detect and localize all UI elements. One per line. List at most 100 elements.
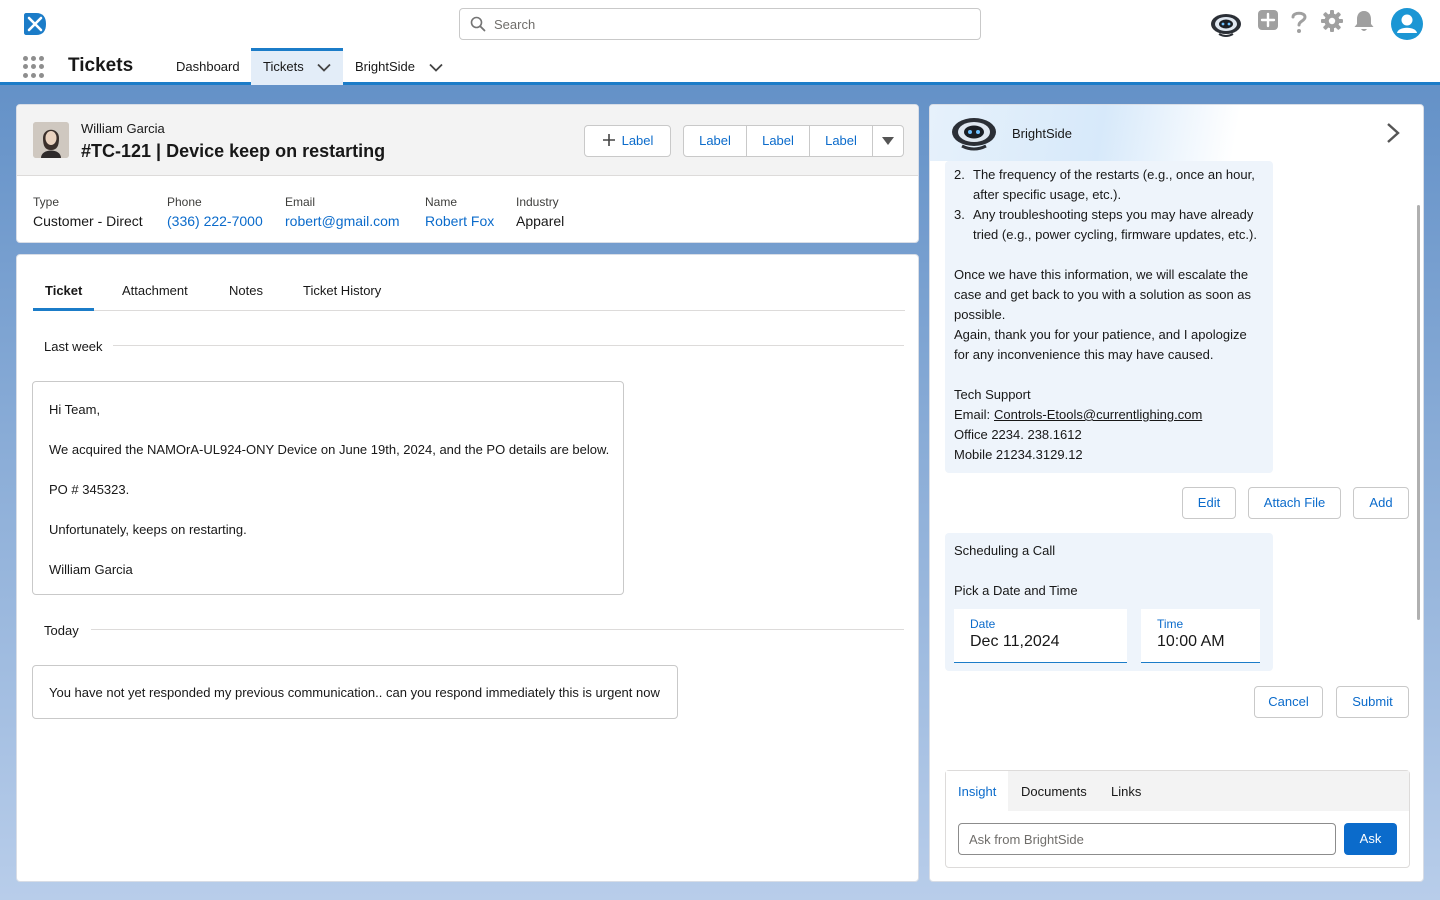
app-logo-icon[interactable] xyxy=(22,11,48,37)
assistant-header: BrightSide xyxy=(930,105,1423,161)
message-card: Hi Team, We acquired the NAMOrA-UL924-ON… xyxy=(32,381,624,595)
caret-down-icon xyxy=(882,137,894,145)
tab-ticket-history[interactable]: Ticket History xyxy=(303,277,381,311)
add-icon xyxy=(602,134,615,146)
schedule-subtitle: Pick a Date and Time xyxy=(954,583,1078,598)
tab-notes[interactable]: Notes xyxy=(229,277,263,311)
nav-tab-label: BrightSide xyxy=(355,59,415,74)
message-line: You have not yet responded my previous c… xyxy=(49,685,660,700)
message-line: Unfortunately, keeps on restarting. xyxy=(49,522,247,537)
record-header-top: William Garcia #TC-121 | Device keep on … xyxy=(17,105,918,176)
name-link[interactable]: Robert Fox xyxy=(425,213,494,229)
tab-attachment[interactable]: Attachment xyxy=(122,277,188,311)
app-launcher-icon[interactable] xyxy=(23,56,45,78)
label-button-3[interactable]: Label xyxy=(810,126,873,156)
field-email: Email robert@gmail.com xyxy=(285,195,400,229)
list-item-number: 3. xyxy=(954,207,965,222)
settings-icon[interactable] xyxy=(1321,10,1343,32)
add-label-button[interactable]: Label xyxy=(584,125,671,157)
app-navigation: Tickets Dashboard Tickets BrightSide xyxy=(0,48,1440,85)
field-label: Phone xyxy=(167,195,202,209)
assistant-name: BrightSide xyxy=(1012,126,1072,141)
field-label: Industry xyxy=(516,195,559,209)
bot-icon xyxy=(952,118,996,151)
field-label: Name xyxy=(425,195,458,209)
more-actions-button[interactable] xyxy=(873,126,903,156)
list-item-line: The frequency of the restarts (e.g., onc… xyxy=(973,167,1255,182)
nav-tab-brightside[interactable]: BrightSide xyxy=(355,48,443,85)
label-button-1[interactable]: Label xyxy=(684,126,747,156)
ticket-detail-card: Ticket Attachment Notes Ticket History L… xyxy=(16,254,919,882)
tab-ticket[interactable]: Ticket xyxy=(33,277,95,311)
list-item-number: 2. xyxy=(954,167,965,182)
submit-button[interactable]: Submit xyxy=(1336,686,1409,718)
phone-link[interactable]: (336) 222-7000 xyxy=(167,213,263,229)
global-search[interactable] xyxy=(459,8,981,40)
reply-office: Office 2234. 238.1612 xyxy=(954,427,1082,442)
reply-signature: Tech Support xyxy=(954,387,1031,402)
field-type: Type Customer - Direct xyxy=(33,195,143,229)
timeline-label-today: Today xyxy=(44,623,79,638)
list-item-line: Any troubleshooting steps you may have a… xyxy=(973,207,1254,222)
field-industry: Industry Apparel xyxy=(516,195,564,229)
help-icon[interactable] xyxy=(1291,10,1307,34)
notifications-icon[interactable] xyxy=(1353,10,1375,32)
tab-insight[interactable]: Insight xyxy=(946,771,1009,811)
detail-tabs: Ticket Attachment Notes Ticket History xyxy=(33,277,905,311)
field-value: Apparel xyxy=(516,213,565,229)
insight-box: Insight Documents Links Ask xyxy=(945,770,1410,868)
label-button-2[interactable]: Label xyxy=(747,126,810,156)
add-icon[interactable] xyxy=(1258,10,1278,30)
chevron-down-icon[interactable] xyxy=(317,63,331,72)
date-picker[interactable]: Date Dec 11,2024 xyxy=(954,609,1127,663)
search-icon xyxy=(470,16,486,32)
reply-line: possible. xyxy=(954,307,1006,322)
chat-scrollbar[interactable] xyxy=(1417,205,1420,620)
ask-input[interactable] xyxy=(958,823,1336,855)
field-label: Type xyxy=(33,195,60,209)
field-phone: Phone (336) 222-7000 xyxy=(167,195,263,229)
schedule-title: Scheduling a Call xyxy=(954,543,1056,558)
nav-tab-tickets[interactable]: Tickets xyxy=(251,48,343,85)
support-email-link[interactable]: Controls-Etools@currentlighing.com xyxy=(994,407,1202,422)
chevron-down-icon[interactable] xyxy=(428,63,443,72)
contact-avatar-icon xyxy=(33,122,69,158)
ask-button[interactable]: Ask xyxy=(1344,823,1397,855)
reply-line: Once we have this information, we will e… xyxy=(954,267,1249,282)
nav-tab-label: Tickets xyxy=(263,59,304,74)
add-label-text: Label xyxy=(621,133,654,148)
assistant-panel: BrightSide 2. The frequency of the resta… xyxy=(929,104,1424,882)
chevron-right-icon[interactable] xyxy=(1386,122,1400,144)
nav-tab-label: Dashboard xyxy=(176,59,240,74)
message-line: Hi Team, xyxy=(49,402,101,417)
timeline-divider xyxy=(113,345,904,346)
field-name: Name Robert Fox xyxy=(425,195,494,229)
user-avatar-button[interactable] xyxy=(1391,8,1423,40)
label-button-group: Label Label Label xyxy=(683,125,904,157)
insight-tabs: Insight Documents Links xyxy=(946,771,1409,811)
edit-button[interactable]: Edit xyxy=(1182,487,1236,519)
bot-icon[interactable] xyxy=(1209,9,1243,39)
time-picker[interactable]: Time 10:00 AM xyxy=(1141,609,1260,663)
reply-line: Again, thank you for your patience, and … xyxy=(954,327,1247,342)
nav-tab-dashboard[interactable]: Dashboard xyxy=(176,48,240,85)
reply-email-wrap: Controls-Etools@currentlighing.com xyxy=(994,405,1202,425)
global-header xyxy=(0,0,1440,48)
message-card: You have not yet responded my previous c… xyxy=(32,665,678,719)
add-button[interactable]: Add xyxy=(1353,487,1409,519)
list-item-line: after specific usage, etc.). xyxy=(973,187,1122,202)
cancel-button[interactable]: Cancel xyxy=(1254,686,1323,718)
field-value: Customer - Direct xyxy=(33,213,143,229)
contact-name[interactable]: William Garcia xyxy=(81,121,165,136)
reply-email-label: Email: xyxy=(954,407,991,422)
message-line: We acquired the NAMOrA-UL924-ONY Device … xyxy=(49,442,610,457)
attach-file-button[interactable]: Attach File xyxy=(1248,487,1341,519)
date-label: Date xyxy=(970,617,996,631)
search-input[interactable] xyxy=(494,9,974,39)
email-link[interactable]: robert@gmail.com xyxy=(285,213,400,229)
list-item-line: tried (e.g., power cycling, firmware upd… xyxy=(973,227,1257,242)
app-name: Tickets xyxy=(68,55,134,76)
tab-documents[interactable]: Documents xyxy=(1021,771,1087,811)
reply-line: case and get back to you with a solution… xyxy=(954,287,1252,302)
tab-links[interactable]: Links xyxy=(1111,771,1141,811)
